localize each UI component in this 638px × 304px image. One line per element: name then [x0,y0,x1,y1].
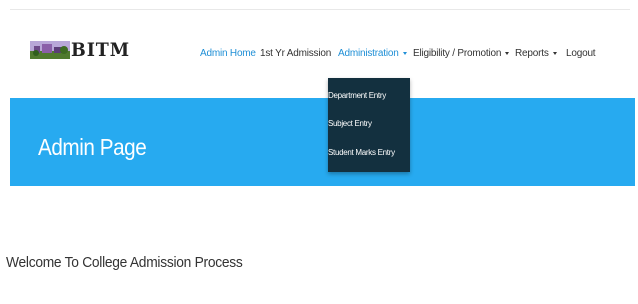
brand-name: BITM [71,39,130,61]
page: BITM Admin Home 1st Yr Admission Adminis… [0,0,638,304]
top-divider [10,9,630,10]
nav-administration[interactable]: Administration [338,48,407,59]
chevron-down-icon [505,51,510,55]
dropdown-item-label: Subject Entry [328,119,372,128]
dropdown-item-subject-entry[interactable]: Subject Entry [328,115,410,133]
navbar: BITM Admin Home 1st Yr Admission Adminis… [0,12,638,92]
nav-eligibility-promotion[interactable]: Eligibility / Promotion [413,48,510,59]
chevron-down-icon [402,51,407,55]
nav-administration-label: Administration [338,48,399,59]
dropdown-item-label: Department Entry [328,91,386,100]
hero-banner: Admin Page [10,98,635,186]
nav-admin-home[interactable]: Admin Home [200,48,256,59]
nav-eligibility-label: Eligibility / Promotion [413,48,502,59]
brand[interactable]: BITM [30,39,135,61]
nav-first-yr-admission[interactable]: 1st Yr Admission [260,48,331,59]
page-title: Admin Page [38,134,147,160]
dropdown-item-department-entry[interactable]: Department Entry [328,87,410,105]
nav-logout[interactable]: Logout [566,48,596,59]
nav-reports-label: Reports [515,48,549,59]
dropdown-item-student-marks-entry[interactable]: Student Marks Entry [328,144,410,162]
nav-reports[interactable]: Reports [515,48,557,59]
dropdown-item-label: Student Marks Entry [328,148,395,157]
administration-dropdown-menu: Department Entry Subject Entry Student M… [328,78,410,172]
welcome-heading: Welcome To College Admission Process [6,254,243,271]
chevron-down-icon [552,51,557,55]
campus-logo-icon [30,41,70,59]
